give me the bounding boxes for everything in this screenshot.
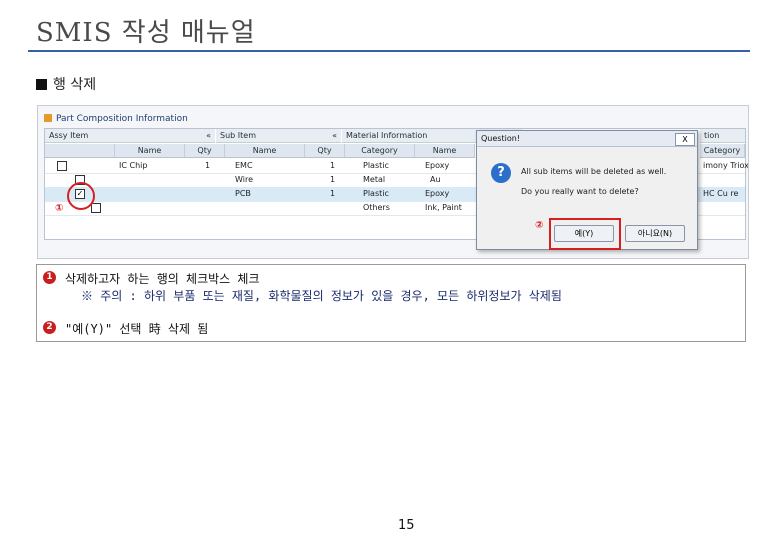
column-header-assy-name[interactable]: Name [115, 144, 185, 158]
right-cell: imony Triox [703, 161, 749, 170]
row-checkbox[interactable] [91, 203, 101, 213]
warning-note: ※ 주의 : 하위 부품 또는 재질, 화학물질의 정보가 있을 경우, 모든 … [81, 289, 562, 303]
section-heading: 행 삭제 [36, 74, 96, 94]
right-cell: HC Cu re [703, 189, 739, 198]
sub-qty-cell: 1 [330, 175, 336, 184]
step-2-badge: 2 [43, 321, 56, 334]
screenshot-panel: Part Composition Information Assy Item « … [37, 105, 749, 259]
sub-qty-cell: 1 [330, 189, 336, 198]
title-divider [28, 50, 750, 52]
marker-2-label: ② [535, 220, 544, 231]
no-button[interactable]: 아니요(N) [625, 225, 685, 242]
assy-qty-cell: 1 [205, 161, 211, 170]
column-header-assy-qty[interactable]: Qty [185, 144, 225, 158]
category-cell: Metal [363, 175, 386, 184]
material-name-cell: Au [430, 175, 441, 184]
group-assy-item[interactable]: Assy Item « [45, 129, 215, 143]
category-cell: Plastic [363, 189, 389, 198]
dialog-title: Question! [477, 131, 697, 147]
panel-title: Part Composition Information [44, 114, 188, 124]
material-name-cell: Epoxy [425, 189, 450, 198]
category-cell: Plastic [363, 161, 389, 170]
assy-name-cell: IC Chip [119, 161, 148, 170]
sub-name-cell: EMC [235, 161, 253, 170]
material-name-cell: Epoxy [425, 161, 450, 170]
row-checkbox[interactable] [57, 161, 67, 171]
highlight-box [549, 218, 621, 250]
sub-name-cell: Wire [235, 175, 253, 184]
column-header-sub-name[interactable]: Name [225, 144, 305, 158]
column-header-select [45, 144, 115, 158]
close-icon[interactable]: X [675, 133, 695, 146]
page-title: SMIS 작성 매뉴얼 [36, 18, 256, 48]
step-1-text: 삭제하고자 하는 행의 체크박스 체크 [65, 272, 260, 286]
sub-name-cell: PCB [235, 189, 251, 198]
dialog-message-line2: Do you really want to delete? [521, 187, 639, 196]
square-bullet-icon [36, 79, 47, 90]
section-label: 행 삭제 [53, 77, 97, 93]
collapse-icon[interactable]: « [206, 129, 211, 143]
column-header-sub-qty[interactable]: Qty [305, 144, 345, 158]
panel-icon [44, 114, 52, 122]
panel-title-label: Part Composition Information [56, 114, 188, 124]
dialog-message-line1: All sub items will be deleted as well. [521, 167, 667, 176]
step-1-badge: 1 [43, 271, 56, 284]
material-name-cell: Ink, Paint [425, 203, 462, 212]
sub-qty-cell: 1 [330, 161, 336, 170]
column-header-category-right[interactable]: Category [700, 144, 745, 158]
step-2-text: "예(Y)" 선택 時 삭제 됨 [65, 322, 209, 336]
category-cell: Others [363, 203, 390, 212]
question-icon: ? [491, 163, 511, 183]
group-sub-item[interactable]: Sub Item « [216, 129, 341, 143]
group-right-partial: tion [700, 129, 745, 143]
marker-1-label: ① [55, 203, 64, 214]
column-header-category[interactable]: Category [345, 144, 415, 158]
collapse-icon[interactable]: « [332, 129, 337, 143]
instruction-box: 1 삭제하고자 하는 행의 체크박스 체크 ※ 주의 : 하위 부품 또는 재질… [36, 264, 746, 342]
column-header-material-name[interactable]: Name [415, 144, 475, 158]
page-number: 15 [398, 518, 415, 533]
highlight-circle [67, 182, 95, 210]
question-dialog: Question! X ? All sub items will be dele… [476, 130, 698, 250]
